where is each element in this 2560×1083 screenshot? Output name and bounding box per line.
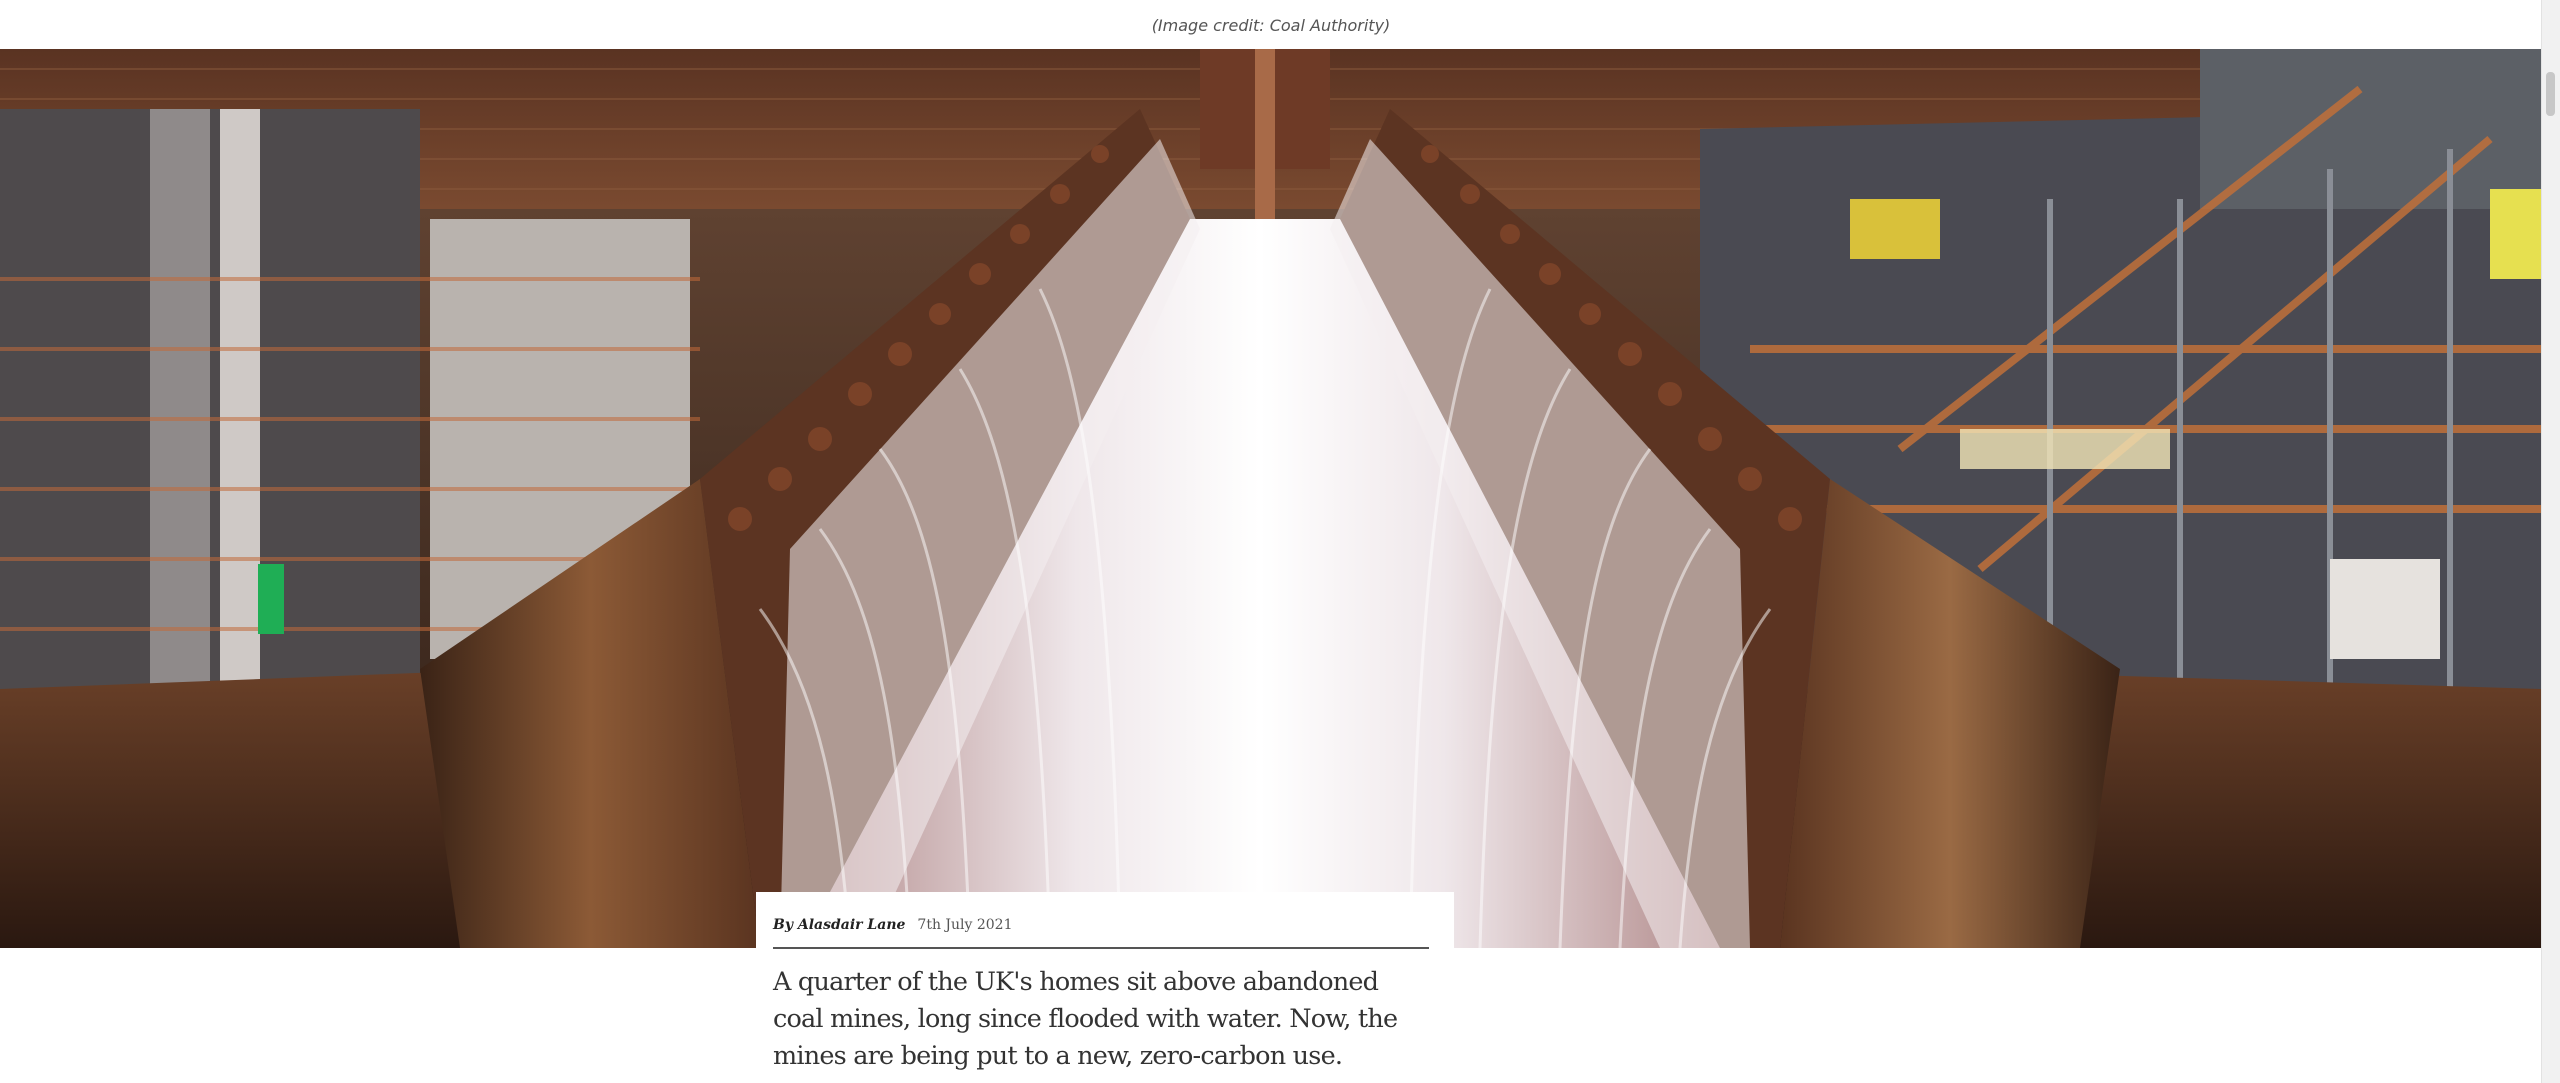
page-scrollbar[interactable] bbox=[2541, 0, 2560, 1083]
article-header-card: By Alasdair Lane 7th July 2021 A quarter… bbox=[756, 892, 1454, 1083]
article-meta: By Alasdair Lane 7th July 2021 bbox=[773, 912, 1429, 938]
hero-illustration bbox=[0, 49, 2542, 948]
divider bbox=[773, 947, 1429, 949]
article-standfirst: A quarter of the UK's homes sit above ab… bbox=[773, 967, 1398, 1071]
image-credit: (Image credit: Coal Authority) bbox=[1151, 16, 1391, 35]
author-byline[interactable]: By Alasdair Lane bbox=[773, 917, 905, 933]
publish-date: 7th July 2021 bbox=[917, 917, 1013, 933]
hero-image bbox=[0, 49, 2542, 948]
article-page: (Image credit: Coal Authority) By Alasda… bbox=[0, 0, 2560, 1083]
scrollbar-thumb[interactable] bbox=[2546, 72, 2555, 116]
